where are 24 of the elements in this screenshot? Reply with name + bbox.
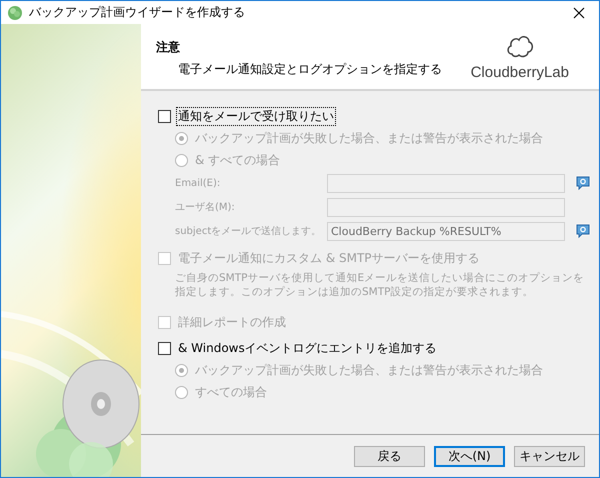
radio-label: バックアップ計画が失敗した場合、または警告が表示された場合 [195, 362, 543, 378]
window-title: バックアップ計画ウイザードを作成する [29, 4, 246, 21]
checkbox-label: & Windowsイベントログにエントリを追加する [177, 340, 438, 356]
page-title: 注意 [156, 39, 181, 56]
checkbox-label: 詳細レポートの作成 [177, 314, 287, 330]
cloud-logo-icon [506, 34, 534, 60]
page-subtitle: 電子メール通知設定とログオプションを指定する [177, 61, 442, 78]
field-label: Email(E): [175, 178, 222, 188]
checkbox-label: 電子メール通知にカスタム & SMTPサーバーを使用する [177, 250, 481, 266]
option-description: ご自身のSMTPサーバを使用して通知Eメールを送信したい場合にこのオプションを指定します。このオプションは追加のSMTP設定の指定が要求されます。 [174, 271, 585, 299]
checkbox-label: 通知をメールで受け取りたい [176, 106, 336, 126]
radio-label: すべての場合 [195, 384, 267, 400]
field-label: subjectをメールで送信します。 [175, 225, 322, 238]
logo-text: CloudberryLab [470, 64, 569, 81]
app-icon [7, 4, 23, 20]
field-label: ユーザ名(M): [175, 201, 236, 214]
dialog-button[interactable]: キャンセル [514, 446, 585, 466]
dialog-button[interactable]: 次へ(N) [434, 446, 505, 466]
checkbox[interactable] [158, 110, 171, 122]
dialog-button[interactable]: 戻る [354, 446, 425, 466]
radio-label: & すべての場合 [195, 152, 280, 168]
checkbox[interactable] [158, 342, 171, 354]
radio-label: バックアップ計画が失敗した場合、または警告が表示された場合 [195, 130, 543, 146]
close-icon[interactable] [573, 6, 585, 18]
